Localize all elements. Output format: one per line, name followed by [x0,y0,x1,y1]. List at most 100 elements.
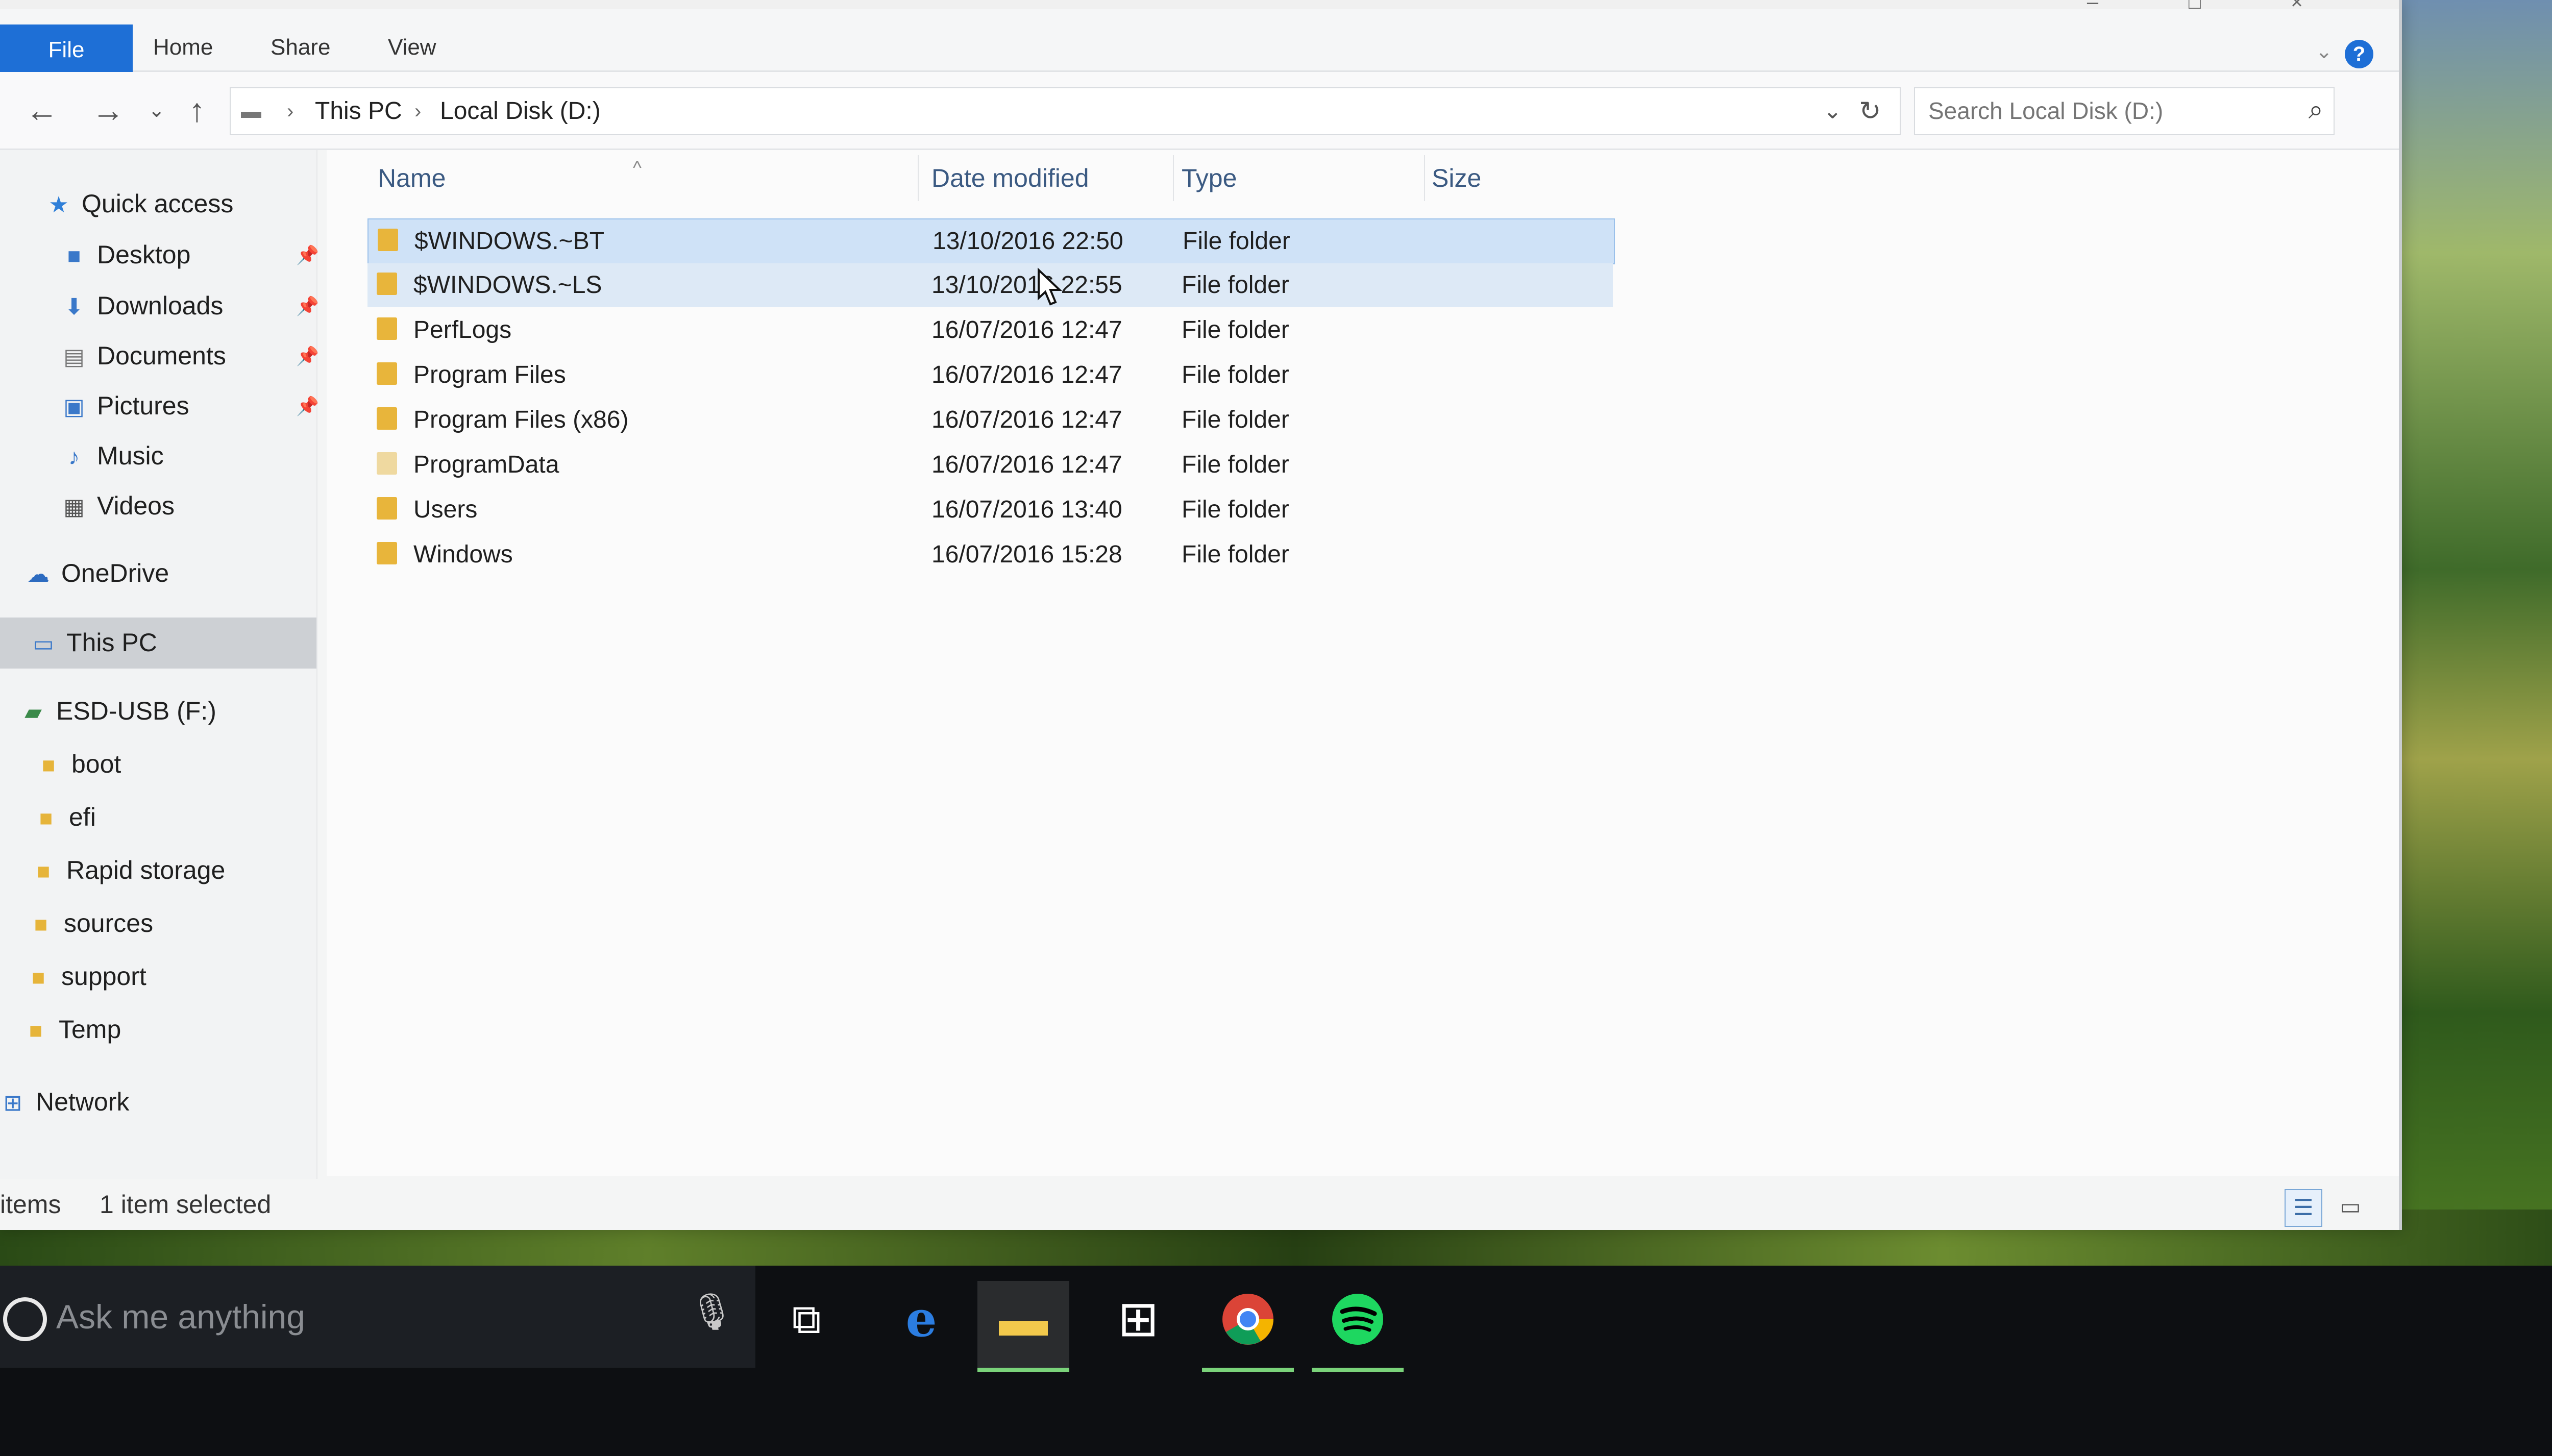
file-row[interactable]: Program Files 16/07/2016 12:47 File fold… [367,353,1613,397]
file-explorer-icon[interactable]: ▬ [977,1281,1069,1372]
search-box[interactable]: ⌕ [1914,87,2335,135]
minimize-icon[interactable]: – [2082,0,2103,12]
folder-icon [377,497,397,520]
nav-usb-drive[interactable]: ▰ ESD-USB (F:) [20,688,216,734]
nav-item-temp[interactable]: ■ Temp [23,1006,121,1052]
folder-icon [377,317,397,340]
tab-share[interactable]: Share [265,24,335,70]
nav-label: Network [36,1088,130,1116]
pin-icon[interactable]: 📌 [296,396,319,417]
tab-file[interactable]: File [0,24,133,76]
chrome-icon[interactable] [1202,1281,1294,1372]
folder-icon: ■ [29,1018,43,1043]
file-name: $WINDOWS.~LS [413,272,602,299]
folder-icon: ■ [34,912,48,937]
back-icon[interactable]: ← [26,85,58,136]
column-divider[interactable] [1424,155,1425,201]
taskbar: Ask me anything 🎙 ⧉ e ▬ ⊞ [0,1266,2552,1456]
nav-item-pictures[interactable]: ▣ Pictures [61,383,189,429]
file-name: Users [413,496,478,523]
nav-item-videos[interactable]: ▦ Videos [61,483,175,529]
nav-label: OneDrive [61,559,169,587]
nav-item-music[interactable]: ♪ Music [61,433,164,479]
recent-locations-icon[interactable]: ⌄ [148,85,165,136]
nav-quick-access[interactable]: ★ Quick access [46,181,233,227]
tab-view[interactable]: View [383,24,441,70]
nav-label: Quick access [82,189,234,218]
store-icon[interactable]: ⊞ [1092,1281,1184,1368]
chrome-logo [1222,1294,1273,1345]
nav-onedrive[interactable]: ☁ OneDrive [26,550,169,596]
usb-drive-icon: ▰ [24,700,42,725]
address-row: ← → ⌄ ↑ ▬ › This PC › Local Disk (D:) ⌄ … [0,72,2399,150]
nav-item-support[interactable]: ■ support [26,953,146,999]
nav-item-boot[interactable]: ■ boot [36,741,121,787]
pin-icon[interactable]: 📌 [296,346,319,367]
search-input[interactable] [1927,88,2287,133]
column-name[interactable]: Name [378,150,446,206]
microphone-icon[interactable]: 🎙 [689,1291,734,1333]
nav-label: Downloads [97,291,224,320]
file-date: 13/10/2016 22:55 [931,272,1122,299]
column-date-modified[interactable]: Date modified [931,150,1089,206]
address-bar[interactable]: ▬ › This PC › Local Disk (D:) ⌄ ↻ [230,87,1901,135]
file-date: 16/07/2016 13:40 [931,496,1122,523]
column-divider[interactable] [918,155,919,201]
forward-icon[interactable]: → [92,85,125,136]
breadcrumb-this-pc[interactable]: This PC [315,88,402,134]
file-row[interactable]: ProgramData 16/07/2016 12:47 File folder [367,443,1613,487]
file-type: File folder [1182,496,1289,523]
file-date: 16/07/2016 15:28 [931,541,1122,568]
nav-item-rapid-storage[interactable]: ■ Rapid storage [31,847,226,893]
network-icon: ⊞ [3,1091,22,1116]
up-icon[interactable]: ↑ [189,85,205,136]
nav-item-desktop[interactable]: ■ Desktop [61,232,191,278]
navigation-pane: ★ Quick access ■ Desktop 📌 ⬇ Downloads 📌 ▤ D… [0,150,319,1181]
file-type: File folder [1182,361,1289,388]
mouse-pointer-icon [1038,267,1063,306]
nav-item-downloads[interactable]: ⬇ Downloads [61,283,224,329]
file-row[interactable]: Program Files (x86) 16/07/2016 12:47 Fil… [367,398,1613,442]
search-icon[interactable]: ⌕ [2309,94,2323,126]
spotify-icon[interactable] [1312,1281,1404,1372]
spotify-logo [1332,1294,1383,1345]
folder-icon: ■ [36,859,51,884]
details-view-button[interactable]: ☰ [2285,1189,2322,1227]
help-button[interactable]: ? [2345,40,2373,68]
desktop-icon: ■ [67,243,81,268]
item-count: items [0,1190,61,1219]
column-divider[interactable] [1173,155,1174,201]
tab-home[interactable]: Home [148,24,218,70]
nav-label: Rapid storage [66,856,226,884]
file-row[interactable]: $WINDOWS.~LS 13/10/2016 22:55 File folde… [367,263,1613,307]
nav-this-pc[interactable]: ▭ This PC [31,620,157,665]
pin-icon[interactable]: 📌 [296,244,319,266]
column-size[interactable]: Size [1432,150,1481,206]
nav-network[interactable]: ⊞ Network [0,1079,130,1125]
close-icon[interactable]: × [2287,0,2307,12]
chevron-down-icon[interactable]: ⌄ [1823,88,1842,134]
file-row[interactable]: PerfLogs 16/07/2016 12:47 File folder [367,308,1613,352]
large-icons-view-button[interactable]: ▭ [2333,1189,2368,1225]
breadcrumb-local-disk[interactable]: Local Disk (D:) [440,88,601,134]
pin-icon[interactable]: 📌 [296,295,319,317]
file-row[interactable]: Windows 16/07/2016 15:28 File folder [367,533,1613,577]
file-type: File folder [1182,541,1289,568]
nav-item-documents[interactable]: ▤ Documents [61,333,226,379]
task-view-icon[interactable]: ⧉ [760,1281,852,1368]
edge-icon[interactable]: e [875,1281,967,1368]
file-row[interactable]: Users 16/07/2016 13:40 File folder [367,488,1613,532]
maximize-icon[interactable]: □ [2185,0,2205,12]
nav-label: Temp [59,1015,121,1044]
file-row[interactable]: $WINDOWS.~BT 13/10/2016 22:50 File folde… [367,218,1615,264]
cortana-search[interactable]: Ask me anything 🎙 [0,1266,755,1368]
title-bar: – □ × [0,0,2399,12]
nav-label: Music [97,441,164,470]
cloud-icon: ☁ [27,562,50,587]
nav-item-sources[interactable]: ■ sources [28,900,153,946]
refresh-icon[interactable]: ↻ [1859,88,1881,134]
download-icon: ⬇ [64,294,84,319]
nav-item-efi[interactable]: ■ efi [33,794,96,840]
column-type[interactable]: Type [1182,150,1237,206]
ribbon-expand-icon[interactable]: ⌄ [2315,40,2333,63]
